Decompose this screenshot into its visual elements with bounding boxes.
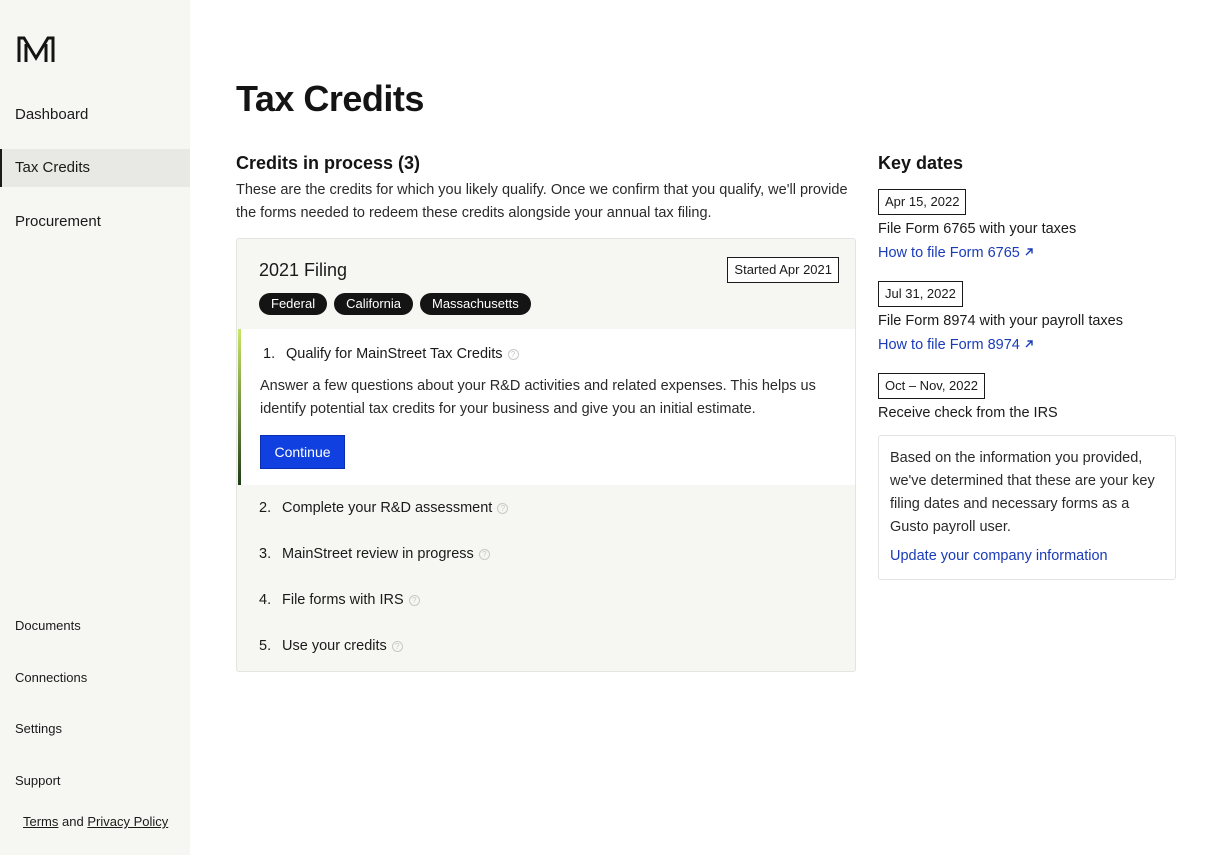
step-number: 5. — [259, 638, 272, 654]
step-number: 1. — [263, 346, 276, 362]
credits-intro: These are the credits for which you like… — [236, 182, 848, 221]
sidebar-item-connections[interactable]: Connections — [15, 670, 87, 685]
date-badge: Oct – Nov, 2022 — [878, 373, 985, 399]
arrow-up-right-icon — [1025, 248, 1033, 256]
tag-california: California — [334, 293, 413, 315]
step-2-heading: 2. Complete your R&D assessment? — [259, 500, 509, 516]
sidebar-item-procurement[interactable]: Procurement — [0, 203, 190, 241]
step-label: Use your credits — [282, 638, 387, 654]
legal-and: and — [62, 814, 84, 829]
sidebar: Dashboard Tax Credits Procurement Docume… — [0, 0, 190, 855]
link-label: How to file Form 6765 — [878, 245, 1020, 261]
step-1-heading: 1. Qualify for MainStreet Tax Credits? — [263, 346, 519, 362]
step-number: 3. — [259, 546, 272, 562]
sidebar-item-support[interactable]: Support — [15, 773, 61, 788]
filing-card: 2021 Filing Started Apr 2021 Federal Cal… — [236, 238, 856, 672]
legal-links: Terms and Privacy Policy — [23, 814, 168, 829]
key-date-text: File Form 8974 with your payroll taxes — [878, 313, 1123, 329]
step-3-heading: 3. MainStreet review in progress? — [259, 546, 490, 562]
sidebar-item-tax-credits[interactable]: Tax Credits — [0, 149, 190, 187]
key-date-text: Receive check from the IRS — [878, 405, 1058, 421]
link-label: How to file Form 8974 — [878, 337, 1020, 353]
tag-massachusetts: Massachusetts — [420, 293, 531, 315]
sidebar-item-settings[interactable]: Settings — [15, 721, 62, 736]
update-company-info-link[interactable]: Update your company information — [890, 548, 1108, 564]
step-label: File forms with IRS — [282, 592, 404, 608]
started-badge: Started Apr 2021 — [727, 257, 839, 283]
privacy-policy-link[interactable]: Privacy Policy — [87, 814, 168, 829]
key-date-text: File Form 6765 with your taxes — [878, 221, 1077, 237]
arrow-up-right-icon — [1025, 340, 1033, 348]
date-badge: Apr 15, 2022 — [878, 189, 967, 215]
terms-link[interactable]: Terms — [23, 814, 58, 829]
step-1-description: Answer a few questions about your R&D ac… — [260, 378, 816, 417]
mainstreet-logo-icon[interactable] — [17, 36, 55, 64]
filing-title: 2021 Filing — [259, 260, 348, 280]
tag-federal: Federal — [259, 293, 328, 315]
form-8974-link[interactable]: How to file Form 8974 — [878, 337, 1034, 353]
step-label: Complete your R&D assessment — [282, 500, 493, 516]
step-label: MainStreet review in progress — [282, 546, 474, 562]
step-number: 2. — [259, 500, 272, 516]
step-4-heading: 4. File forms with IRS? — [259, 592, 420, 608]
date-badge: Jul 31, 2022 — [878, 281, 963, 307]
credits-section-title: Credits in process (3) — [236, 153, 421, 173]
question-circle-icon[interactable]: ? — [507, 349, 519, 360]
step-5-heading: 5. Use your credits? — [259, 638, 403, 654]
step-number: 4. — [259, 592, 272, 608]
question-circle-icon[interactable]: ? — [497, 503, 509, 514]
question-circle-icon[interactable]: ? — [408, 595, 420, 606]
info-text: Based on the information you provided, w… — [890, 450, 1155, 535]
question-circle-icon[interactable]: ? — [391, 641, 403, 652]
step-label: Qualify for MainStreet Tax Credits — [286, 346, 503, 362]
question-circle-icon[interactable]: ? — [478, 549, 490, 560]
sidebar-item-dashboard[interactable]: Dashboard — [0, 96, 190, 134]
key-dates-title: Key dates — [878, 153, 964, 173]
key-dates-info-box: Based on the information you provided, w… — [878, 435, 1176, 580]
sidebar-item-documents[interactable]: Documents — [15, 618, 81, 633]
continue-button[interactable]: Continue — [260, 435, 345, 469]
jurisdiction-tags: Federal California Massachusetts — [259, 293, 531, 315]
step-1-panel: 1. Qualify for MainStreet Tax Credits? An… — [238, 329, 855, 485]
form-6765-link[interactable]: How to file Form 6765 — [878, 245, 1034, 261]
page-title: Tax Credits — [236, 78, 424, 119]
